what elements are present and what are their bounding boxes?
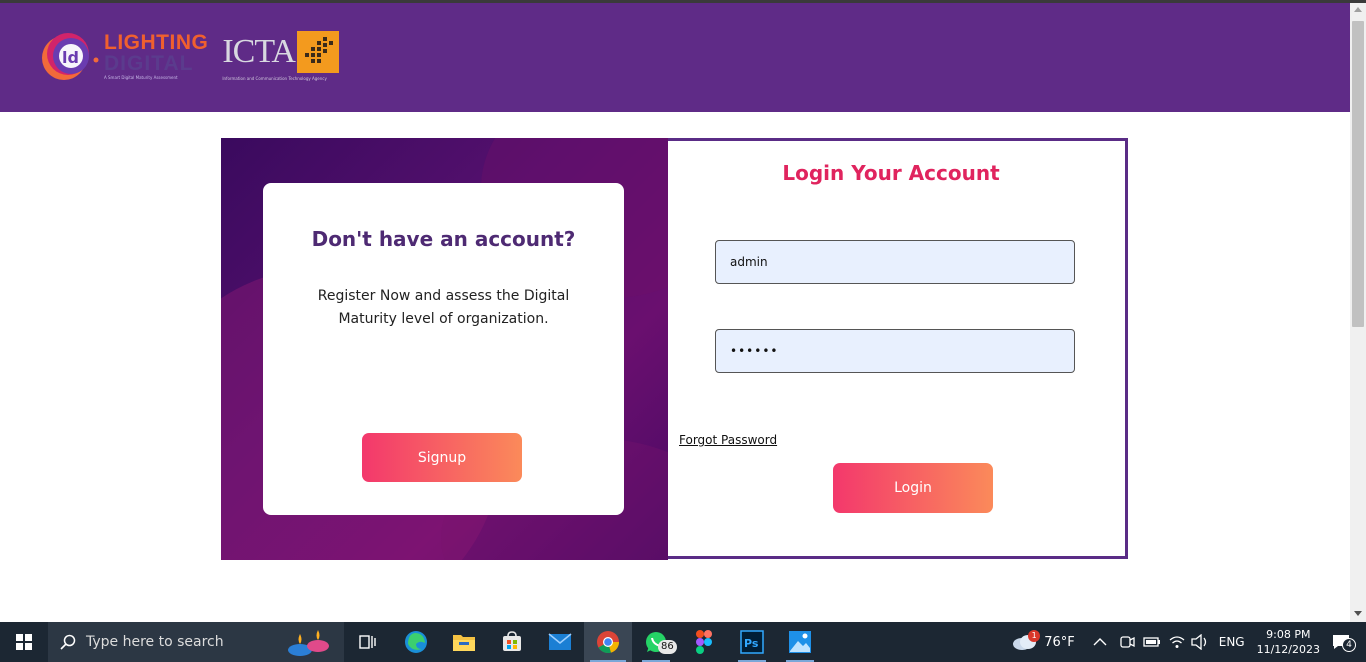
mail-button[interactable] [536,622,584,662]
register-card: Don't have an account? Register Now and … [263,183,624,515]
windows-taskbar: Type here to search 86 Ps 1 76°F ENG 9:0… [0,622,1366,662]
lighting-digital-logo-icon: ld [38,30,100,82]
weather-widget[interactable]: 1 [1012,622,1042,662]
icta-wordmark: ICTA [222,33,296,70]
meet-now-icon[interactable] [1119,634,1135,650]
scroll-up-arrow-icon[interactable] [1354,7,1362,12]
scroll-thumb[interactable] [1352,21,1364,327]
register-description: Register Now and assess the Digital Matu… [317,288,570,327]
icta-emblem-icon [296,31,339,73]
battery-icon[interactable] [1143,636,1161,648]
notification-count: 4 [1342,638,1356,652]
system-tray: 1 76°F ENG 9:08 PM 11/12/2023 4 [1012,622,1366,662]
store-button[interactable] [488,622,536,662]
forgot-password-link[interactable]: Forgot Password [679,433,777,447]
photos-icon [789,631,811,653]
svg-text:ld: ld [62,48,79,67]
volume-icon[interactable] [1191,634,1209,650]
taskbar-search[interactable]: Type here to search [48,622,344,662]
windows-logo-icon [16,634,32,650]
chevron-up-icon[interactable] [1093,637,1107,647]
clock-date: 11/12/2023 [1256,643,1320,656]
clock-time: 9:08 PM [1266,628,1311,641]
chrome-button[interactable] [584,622,632,662]
photoshop-button[interactable]: Ps [728,622,776,662]
mail-icon [548,633,572,650]
brand-logos[interactable]: ld LIGHTING DIGITAL A Smart Digital Matu… [38,25,339,87]
icta-subtitle: Information and Communication Technology… [222,76,327,81]
figma-button[interactable] [680,622,728,662]
file-explorer-button[interactable] [440,622,488,662]
edge-icon [405,631,427,653]
login-button[interactable]: Login [833,463,993,513]
whatsapp-button[interactable]: 86 [632,622,680,662]
whatsapp-badge: 86 [658,640,677,654]
login-title: Login Your Account [782,161,1000,185]
store-icon [503,631,521,651]
diwali-lamp-icon [288,630,329,656]
language-indicator[interactable]: ENG [1219,635,1245,649]
clock[interactable]: 9:08 PM 11/12/2023 [1257,627,1320,657]
site-header: ld LIGHTING DIGITAL A Smart Digital Matu… [0,3,1350,112]
search-icon [60,634,76,650]
page-scrollbar[interactable] [1350,3,1366,622]
search-placeholder: Type here to search [86,634,224,650]
start-button[interactable] [0,622,48,662]
photoshop-icon: Ps [740,630,764,654]
login-panel: Login Your Account Forgot Password Login [668,138,1128,559]
svg-text:Ps: Ps [744,637,759,650]
icta-logo: ICTA Information and Communication Techn… [222,31,339,81]
task-view-button[interactable] [344,622,392,662]
register-panel: Don't have an account? Register Now and … [221,138,668,560]
username-input[interactable] [715,240,1075,284]
notification-center-button[interactable]: 4 [1332,622,1366,662]
chrome-icon [597,631,619,654]
figma-icon [696,630,712,654]
weather-temperature[interactable]: 76°F [1044,635,1075,650]
photos-button[interactable] [776,622,824,662]
file-explorer-icon [453,635,475,651]
brand-line2: DIGITAL [104,52,194,75]
signup-button[interactable]: Signup [362,433,522,482]
scroll-down-arrow-icon[interactable] [1354,611,1362,616]
edge-button[interactable] [392,622,440,662]
task-view-icon [359,635,376,649]
password-input[interactable] [715,329,1075,373]
register-title: Don't have an account? [311,227,576,251]
brand-line1: LIGHTING [104,31,209,54]
weather-badge: 1 [1028,630,1041,642]
wifi-icon[interactable] [1169,635,1185,649]
brand-tagline: A Smart Digital Maturity Assessment [104,75,178,80]
